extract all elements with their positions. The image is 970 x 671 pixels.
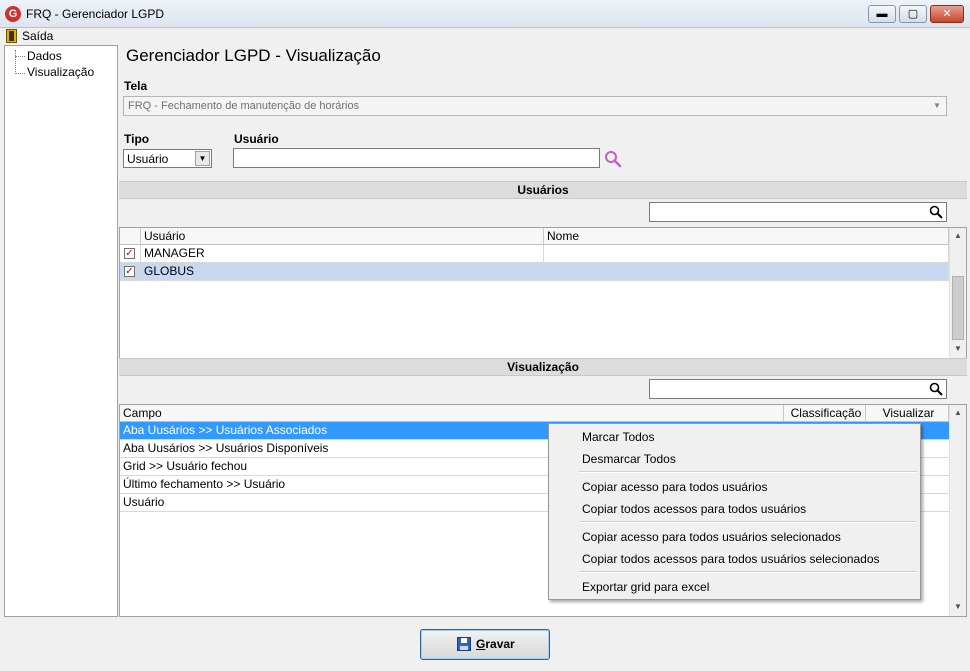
menu-item-marcar-todos[interactable]: Marcar Todos [582, 430, 654, 444]
save-button-label: Gravar [476, 637, 515, 651]
scroll-down-icon[interactable]: ▼ [950, 599, 966, 615]
header-check [120, 228, 141, 245]
users-grid: Usuário Nome ✓ MANAGER ✓ GLOBUS ▲ ▼ [119, 227, 967, 359]
save-button[interactable]: Gravar [420, 629, 550, 660]
cell-usuario: MANAGER [141, 245, 544, 263]
row-check-cell[interactable]: ✓ [120, 245, 141, 263]
chevron-down-icon[interactable]: ▼ [195, 151, 210, 166]
close-button[interactable]: ✕ [930, 5, 964, 23]
menu-separator [579, 471, 917, 473]
app-logo-icon: G [5, 6, 21, 22]
context-menu: Marcar Todos Desmarcar Todos Copiar aces… [548, 423, 921, 600]
maximize-button[interactable]: ▢ [899, 5, 927, 23]
tree-connector [15, 56, 25, 57]
checkbox[interactable]: ✓ [124, 248, 135, 259]
exit-door-icon[interactable] [6, 29, 17, 43]
cell-nome [544, 263, 949, 281]
usuario-label: Usuário [234, 132, 279, 146]
tree-item-dados[interactable]: Dados [27, 49, 62, 63]
save-disk-icon [457, 637, 471, 651]
tree-connector [15, 50, 16, 74]
tipo-select-value: Usuário [127, 152, 169, 166]
cell-nome [544, 245, 949, 263]
window-title: FRQ - Gerenciador LGPD [26, 7, 165, 21]
checkbox[interactable]: ✓ [124, 266, 135, 277]
column-header-usuario[interactable]: Usuário [141, 228, 544, 245]
search-icon[interactable] [604, 150, 622, 168]
menu-bar: Saída [0, 28, 970, 44]
table-row[interactable]: ✓ GLOBUS [120, 263, 949, 281]
tree-item-visualizacao[interactable]: Visualização [27, 65, 94, 79]
users-scrollbar[interactable]: ▲ ▼ [949, 228, 966, 358]
tela-label: Tela [124, 79, 148, 93]
vis-grid-header: Campo Classificação Visualizar [120, 405, 949, 422]
row-check-cell[interactable]: ✓ [120, 263, 141, 281]
column-header-classificacao[interactable]: Classificação [784, 405, 866, 422]
menu-item-desmarcar-todos[interactable]: Desmarcar Todos [582, 452, 676, 466]
vis-filter-input[interactable] [649, 379, 947, 399]
column-header-visualizar[interactable]: Visualizar [866, 405, 949, 422]
menu-item-copiar-todos-acessos-todos[interactable]: Copiar todos acessos para todos usuários [582, 502, 806, 516]
tipo-label: Tipo [124, 132, 150, 146]
chevron-down-icon[interactable]: ▼ [929, 98, 945, 114]
scroll-down-icon[interactable]: ▼ [950, 341, 966, 357]
users-grid-header: Usuário Nome [120, 228, 949, 245]
navigation-tree: Dados Visualização [4, 45, 118, 617]
users-filter-input[interactable] [649, 202, 947, 222]
minimize-button[interactable]: ▬ [868, 5, 896, 23]
tela-select-value: FRQ - Fechamento de manutenção de horári… [128, 100, 360, 112]
cell-usuario: GLOBUS [141, 263, 544, 281]
scroll-thumb[interactable] [952, 276, 964, 340]
vis-scrollbar[interactable]: ▲ ▼ [949, 405, 966, 616]
menu-item-copiar-acesso-todos[interactable]: Copiar acesso para todos usuários [582, 480, 767, 494]
menu-item-exportar-excel[interactable]: Exportar grid para excel [582, 580, 709, 594]
table-row[interactable]: ✓ MANAGER [120, 245, 949, 263]
column-header-nome[interactable]: Nome [544, 228, 949, 245]
tipo-select[interactable]: Usuário ▼ [123, 149, 212, 168]
page-title: Gerenciador LGPD - Visualização [126, 46, 381, 65]
title-bar: G FRQ - Gerenciador LGPD ▬ ▢ ✕ [0, 0, 970, 28]
vis-section-header: Visualização [119, 358, 967, 376]
usuario-input[interactable] [233, 148, 600, 168]
menu-item-copiar-acesso-selecionados[interactable]: Copiar acesso para todos usuários seleci… [582, 530, 841, 544]
scroll-up-icon[interactable]: ▲ [950, 405, 966, 421]
tree-connector [15, 73, 25, 74]
tela-select[interactable]: FRQ - Fechamento de manutenção de horári… [123, 96, 947, 116]
scroll-up-icon[interactable]: ▲ [950, 228, 966, 244]
users-section-header: Usuários [119, 181, 967, 199]
column-header-campo[interactable]: Campo [120, 405, 784, 422]
menu-separator [579, 521, 917, 523]
search-icon[interactable] [929, 382, 943, 396]
menu-item-copiar-todos-acessos-selecionados[interactable]: Copiar todos acessos para todos usuários… [582, 552, 880, 566]
menu-exit[interactable]: Saída [22, 29, 53, 43]
menu-separator [579, 571, 917, 573]
search-icon[interactable] [929, 205, 943, 219]
